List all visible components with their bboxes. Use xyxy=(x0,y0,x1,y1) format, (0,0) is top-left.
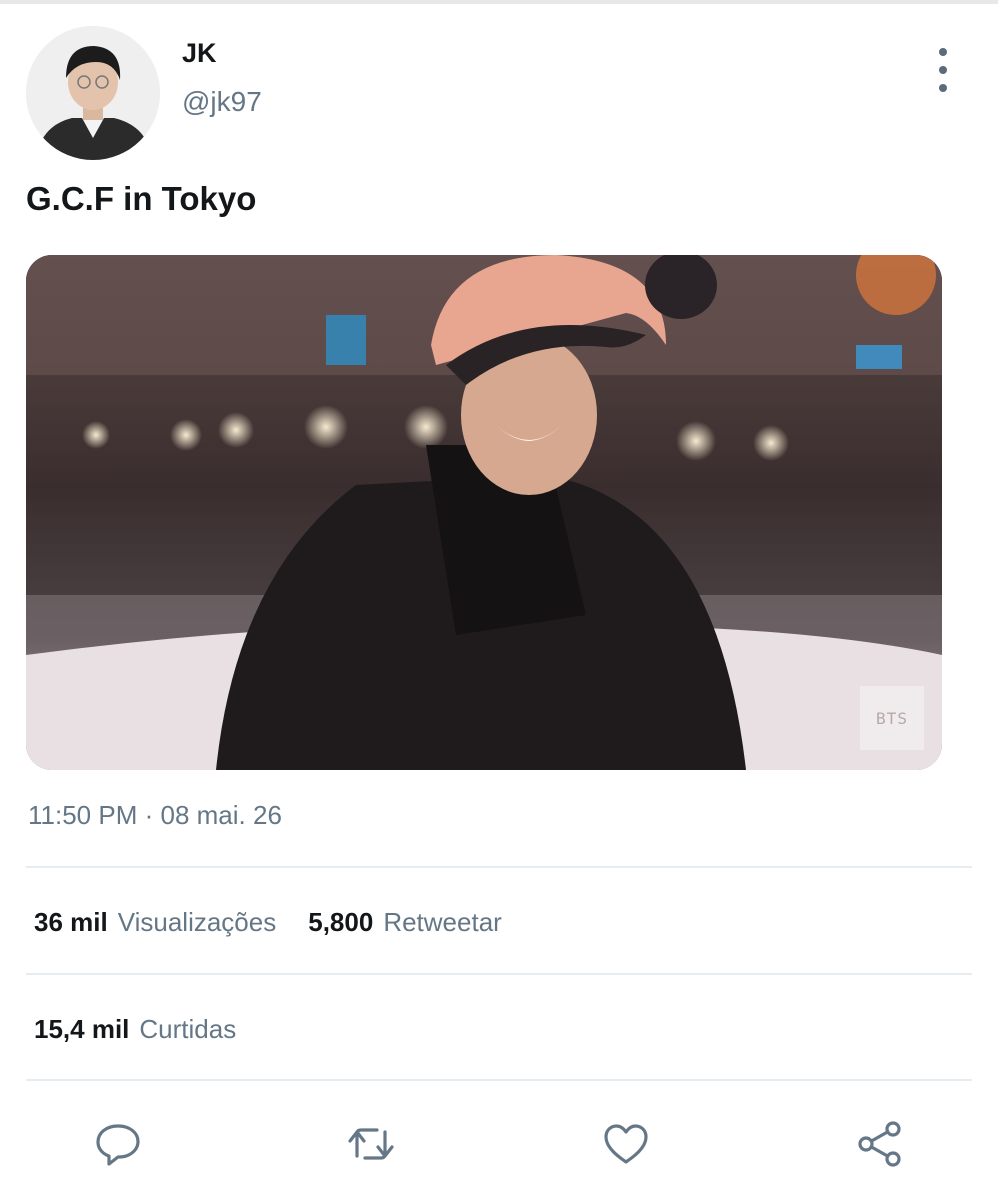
more-dot-icon xyxy=(939,48,947,56)
likes-label: Curtidas xyxy=(139,1013,237,1044)
top-divider xyxy=(0,0,998,4)
reply-button[interactable] xyxy=(90,1116,146,1172)
avatar-image xyxy=(26,26,160,160)
reply-icon xyxy=(96,1124,140,1166)
media-watermark: BTS xyxy=(860,686,924,750)
timestamp-separator: · xyxy=(144,800,154,830)
divider xyxy=(26,1079,972,1081)
tweet-actions-bar xyxy=(0,1110,998,1180)
retweets-count: 5,800 xyxy=(308,906,374,937)
tweet-date: 08 mai. 26 xyxy=(160,800,282,830)
more-options-button[interactable] xyxy=(928,48,958,92)
media-photo xyxy=(26,255,942,770)
views-count: 36 mil xyxy=(34,906,108,937)
divider xyxy=(26,866,972,868)
stats-row-likes: 15,4 mil Curtidas xyxy=(34,1009,268,1049)
more-dot-icon xyxy=(939,84,947,92)
like-icon xyxy=(604,1124,648,1164)
user-handle[interactable]: @jk97 xyxy=(182,86,262,118)
likes-count: 15,4 mil xyxy=(34,1013,130,1044)
avatar[interactable] xyxy=(26,26,160,160)
retweets-stat[interactable]: 5,800 Retweetar xyxy=(308,907,502,938)
stats-row-views-retweets: 36 mil Visualizações 5,800 Retweetar xyxy=(34,902,534,942)
retweet-button[interactable] xyxy=(343,1116,399,1172)
views-stat[interactable]: 36 mil Visualizações xyxy=(34,907,276,938)
like-button[interactable] xyxy=(598,1116,654,1172)
more-dot-icon xyxy=(939,66,947,74)
tweet-timestamp[interactable]: 11:50 PM · 08 mai. 26 xyxy=(28,800,282,831)
divider xyxy=(26,973,972,975)
retweets-label: Retweetar xyxy=(383,906,502,937)
views-label: Visualizações xyxy=(117,906,277,937)
likes-stat[interactable]: 15,4 mil Curtidas xyxy=(34,1014,236,1045)
share-button[interactable] xyxy=(852,1116,908,1172)
tweet-time: 11:50 PM xyxy=(28,800,138,830)
tweet-media[interactable]: BTS xyxy=(26,255,942,770)
display-name[interactable]: JK xyxy=(182,38,217,69)
tweet-header: JK @jk97 xyxy=(26,26,972,160)
tweet-text: G.C.F in Tokyo xyxy=(26,180,257,217)
share-icon xyxy=(858,1121,901,1167)
retweet-icon xyxy=(348,1128,394,1160)
